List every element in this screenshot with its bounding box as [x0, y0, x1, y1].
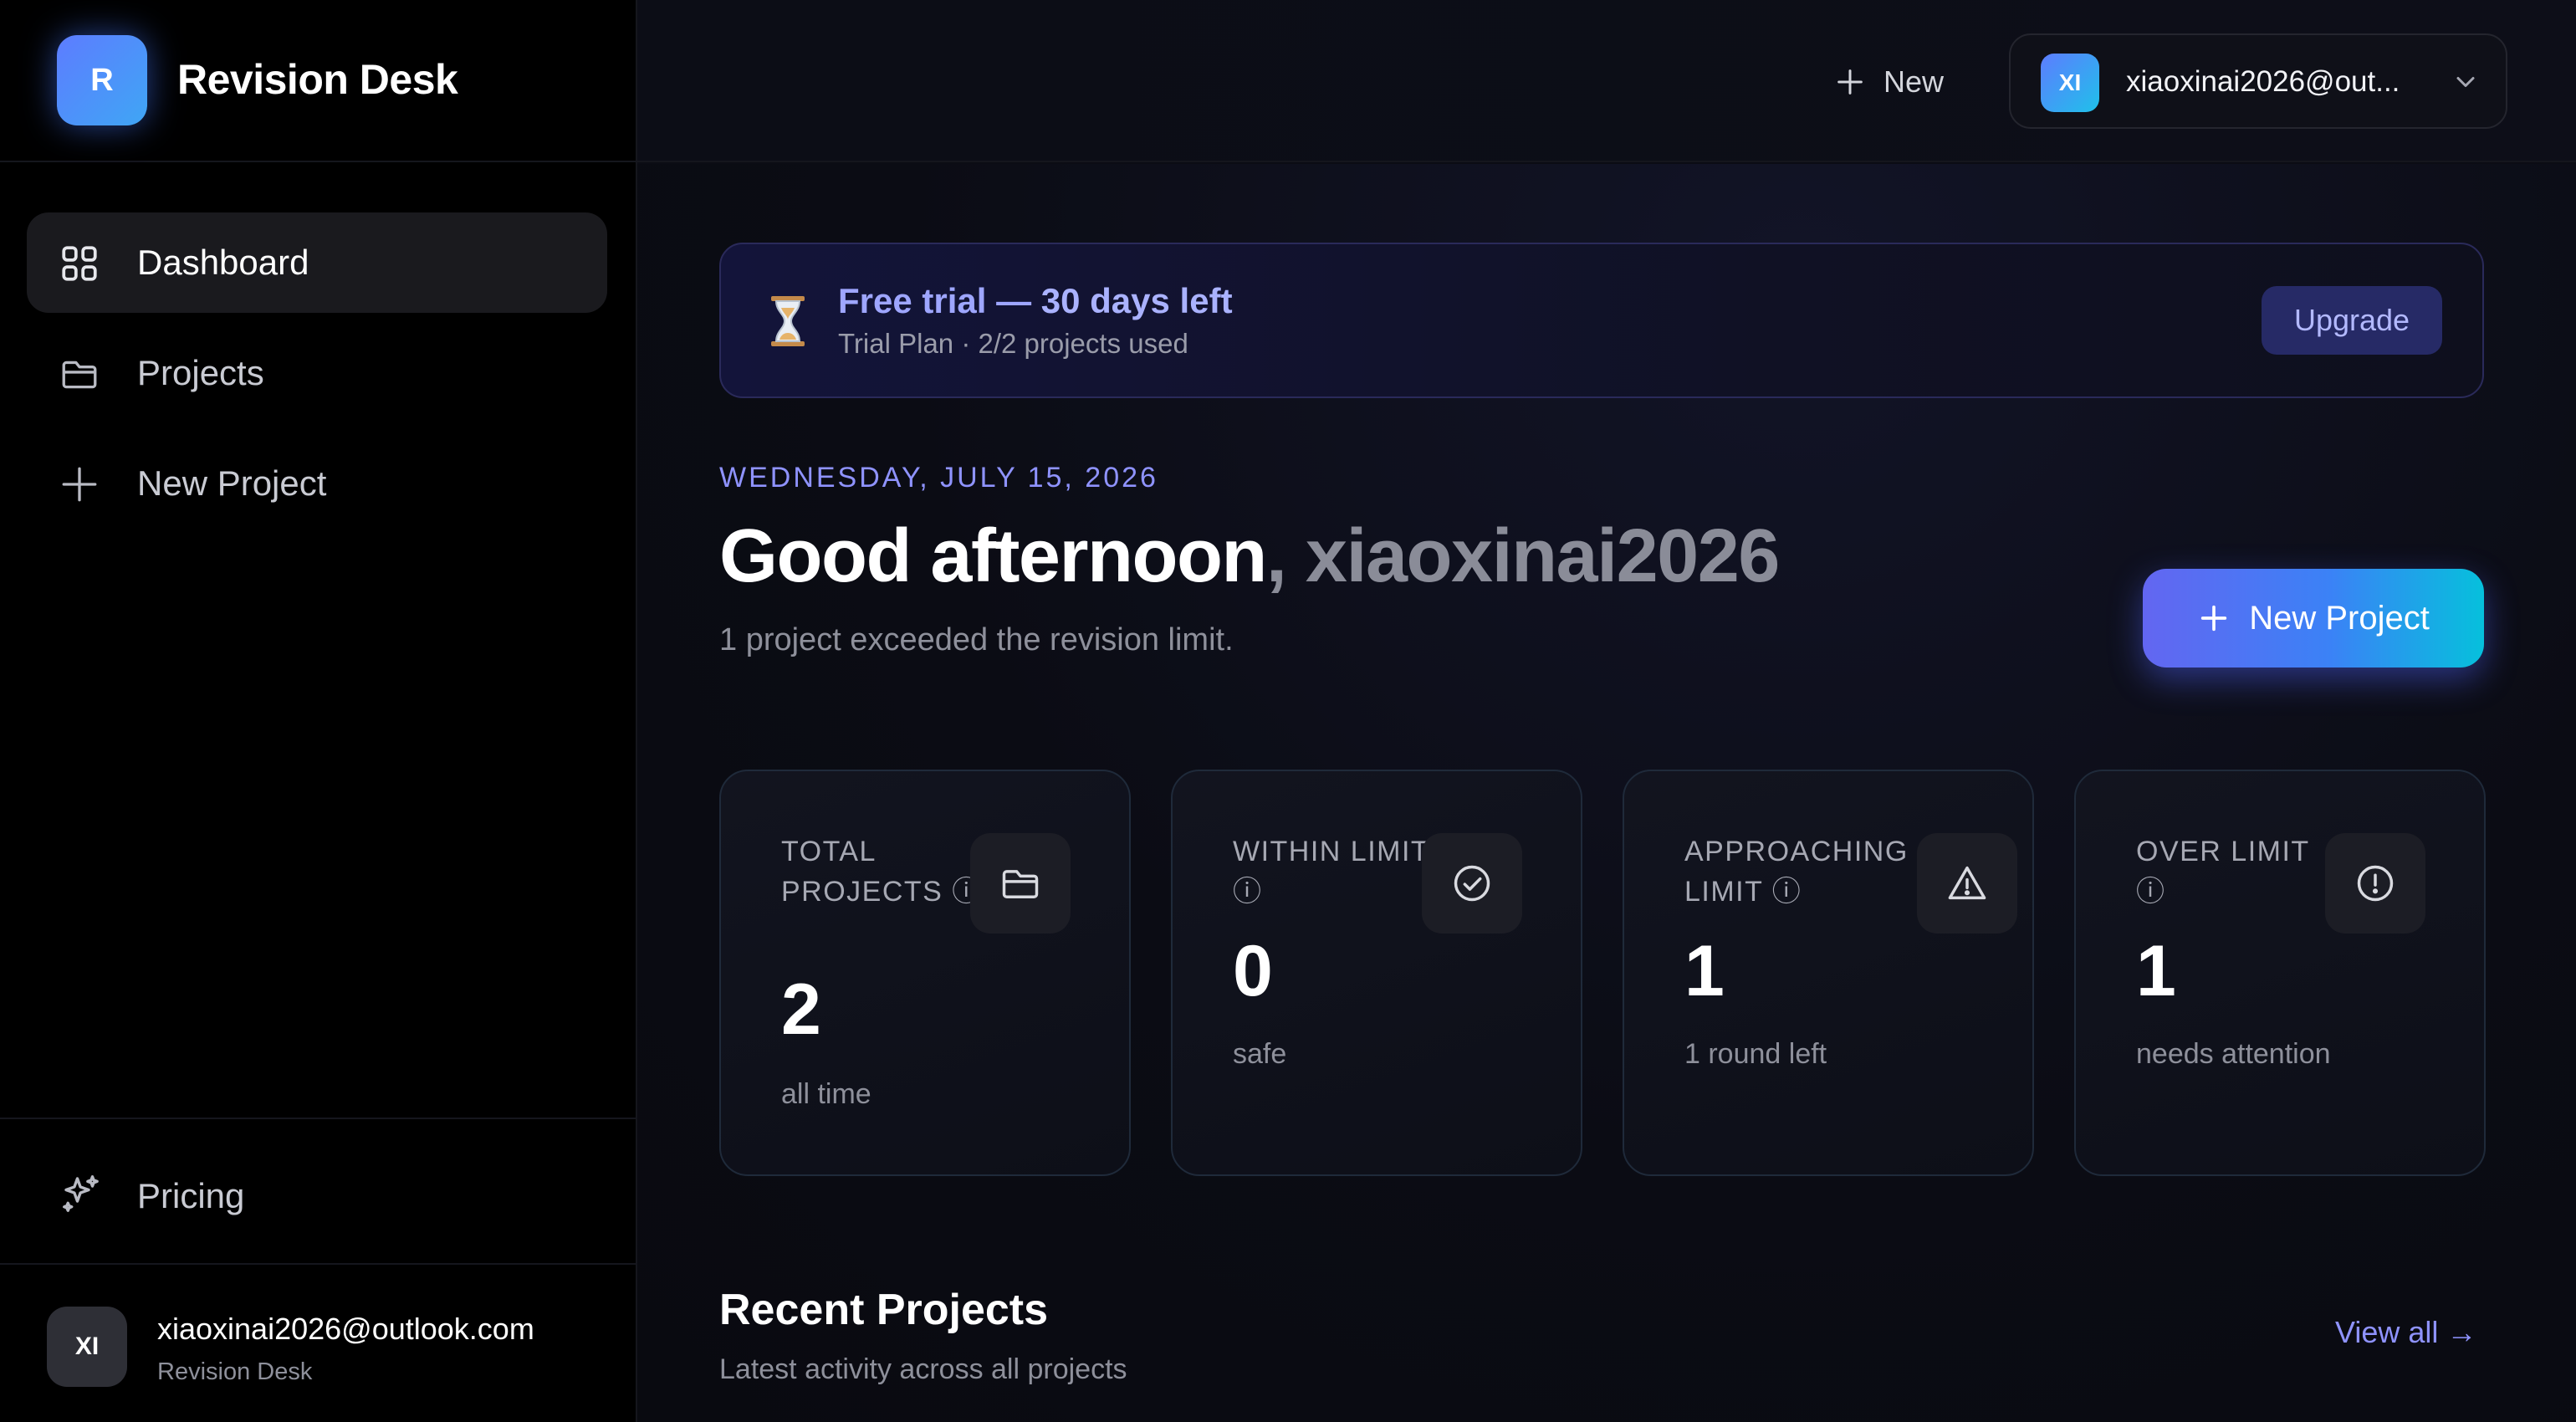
- folder-icon: [62, 361, 97, 389]
- new-button-label: New: [1883, 64, 1945, 99]
- greeting-username: , xiaoxinai2026: [1265, 514, 1780, 598]
- stat-icon-box: [970, 833, 1071, 934]
- sidebar-item-dashboard[interactable]: Dashboard: [27, 212, 607, 313]
- account-email: xiaoxinai2026@out...: [2126, 65, 2400, 98]
- sidebar: R Revision Desk Dashboard Projects New P…: [0, 0, 637, 1422]
- plus-icon: [1837, 69, 1863, 95]
- sidebar-item-pricing[interactable]: Pricing: [27, 1153, 607, 1236]
- trial-days-left: 30 days left: [1040, 281, 1233, 320]
- sidebar-item-label: Dashboard: [137, 243, 309, 282]
- recent-projects-title: Recent Projects: [719, 1286, 1049, 1334]
- warning-icon: [1948, 866, 1986, 900]
- stat-icon-box: [1917, 833, 2017, 934]
- avatar: XI: [2041, 54, 2099, 112]
- user-email: xiaoxinai2026@outlook.com: [157, 1312, 534, 1346]
- folder-icon: [1002, 870, 1039, 898]
- trial-title: Free trial — 30 days left: [838, 281, 1233, 321]
- app-root: R Revision Desk Dashboard Projects New P…: [0, 0, 2576, 1422]
- brand-name[interactable]: Revision Desk: [177, 55, 458, 104]
- check-circle-icon: [1454, 865, 1490, 902]
- sidebar-footer: Pricing XI xiaoxinai2026@outlook.com Rev…: [0, 1118, 637, 1422]
- stat-card-within-limit: WITHIN LIMIT ⓘ 0 safe: [1171, 770, 1582, 1176]
- stat-desc: safe: [1233, 1038, 1287, 1070]
- new-project-label: New Project: [2249, 599, 2430, 637]
- stat-icon-box: [1422, 833, 1522, 934]
- stat-value: 1: [2136, 931, 2176, 1011]
- sidebar-item-projects[interactable]: Projects: [27, 323, 607, 423]
- sidebar-item-new-project[interactable]: New Project: [27, 433, 607, 534]
- greeting-text: Good afternoon: [719, 514, 1267, 598]
- stat-label: APPROACHING LIMIT ⓘ: [1684, 836, 1909, 908]
- plus-icon: [62, 467, 97, 502]
- stat-desc: all time: [781, 1078, 871, 1110]
- recent-projects-subtitle: Latest activity across all projects: [719, 1353, 1127, 1385]
- sidebar-item-label: Pricing: [137, 1176, 245, 1215]
- stat-value: 1: [1684, 931, 1725, 1011]
- alert-circle-icon: [2357, 865, 2394, 902]
- stat-card-over-limit: OVER LIMIT ⓘ 1 needs attention: [2074, 770, 2486, 1176]
- new-project-button[interactable]: New Project: [2143, 569, 2484, 668]
- sidebar-item-label: Projects: [137, 353, 264, 392]
- trial-plan-usage: Trial Plan · 2/2 projects used: [838, 328, 1188, 359]
- topbar: New XI xiaoxinai2026@out...: [637, 0, 2576, 162]
- stat-label: WITHIN LIMIT ⓘ: [1233, 836, 1429, 908]
- brand-logo[interactable]: R: [57, 35, 147, 125]
- stat-card-approaching-limit: APPROACHING LIMIT ⓘ 1 1 round left: [1623, 770, 2034, 1176]
- new-button[interactable]: New: [1833, 59, 1944, 105]
- page-title: Good afternoon, xiaoxinai2026: [719, 514, 1780, 600]
- sparkles-icon: [63, 1175, 99, 1212]
- stat-card-total-projects: TOTAL PROJECTS ⓘ 2 all time: [719, 770, 1131, 1176]
- stat-value: 0: [1233, 931, 1273, 1011]
- status-message: 1 project exceeded the revision limit.: [719, 622, 1234, 657]
- plus-icon: [2201, 605, 2227, 632]
- account-menu[interactable]: XI xiaoxinai2026@out...: [2009, 33, 2507, 129]
- avatar[interactable]: XI: [47, 1307, 127, 1387]
- sidebar-nav: Dashboard Projects New Project: [27, 212, 607, 544]
- trial-title-prefix: Free trial —: [838, 281, 1041, 320]
- sidebar-item-label: New Project: [137, 463, 327, 503]
- grid-icon: [62, 246, 97, 281]
- upgrade-button[interactable]: Upgrade: [2262, 286, 2442, 355]
- view-all-link[interactable]: View all →: [2335, 1315, 2476, 1350]
- stat-label: OVER LIMIT ⓘ: [2136, 836, 2310, 908]
- user-profile[interactable]: XI xiaoxinai2026@outlook.com Revision De…: [0, 1263, 637, 1422]
- current-date: WEDNESDAY, JULY 15, 2026: [719, 462, 1158, 494]
- stat-icon-box: [2325, 833, 2425, 934]
- trial-banner: Free trial — 30 days left Trial Plan · 2…: [719, 243, 2484, 398]
- stat-value: 2: [781, 969, 821, 1050]
- stat-label: TOTAL PROJECTS ⓘ: [781, 836, 982, 908]
- main-content: Free trial — 30 days left Trial Plan · 2…: [637, 164, 2576, 1422]
- brand-header: R Revision Desk: [0, 0, 637, 162]
- hourglass-icon: [771, 296, 805, 346]
- user-org: Revision Desk: [157, 1358, 313, 1385]
- chevron-down-icon: [2456, 77, 2475, 87]
- stat-desc: 1 round left: [1684, 1038, 1827, 1070]
- stat-desc: needs attention: [2136, 1038, 2331, 1070]
